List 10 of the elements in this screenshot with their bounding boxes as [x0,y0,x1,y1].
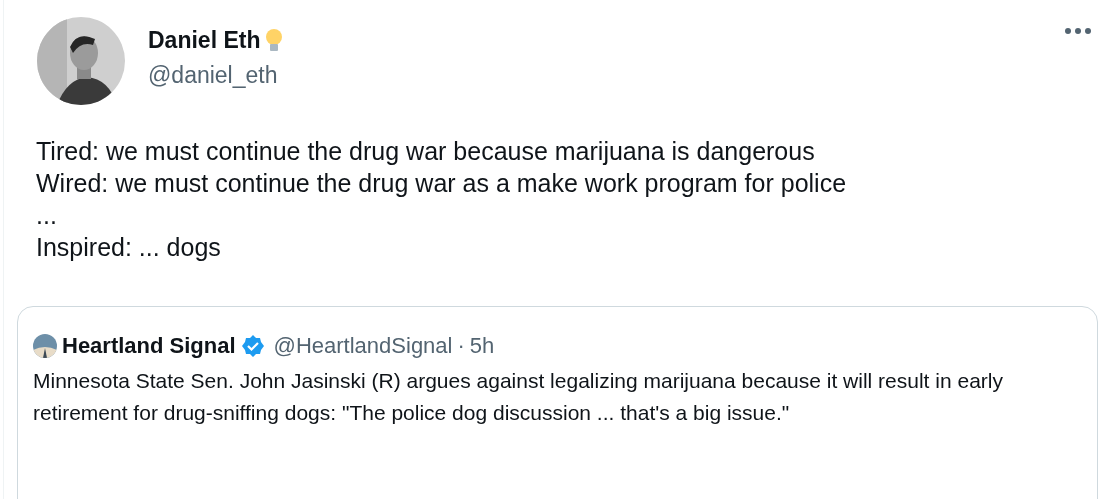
quoted-author-handle[interactable]: @HeartlandSignal [273,333,453,359]
author-name[interactable]: Daniel Eth [148,27,261,54]
quoted-tweet-text: Minnesota State Sen. John Jasinski (R) argues against legalizing marijuana because it will result in early retirement for drug-sniffing dogs: "The police dog discussion ... that's a big issue." [33,368,1004,426]
author-handle[interactable]: @daniel_eth [148,62,285,89]
tweet-text: Tired: we must continue the drug war because marijuana is dangerous Wired: we must continue the drug war as a make work program for police ... Inspired: ... dogs [36,136,848,263]
more-icon[interactable] [1064,27,1092,35]
quoted-time[interactable]: 5h [469,333,495,359]
quoted-author-name[interactable]: Heartland Signal [62,333,236,359]
lightbulb-icon [264,27,285,54]
separator-dot: · [457,333,465,359]
